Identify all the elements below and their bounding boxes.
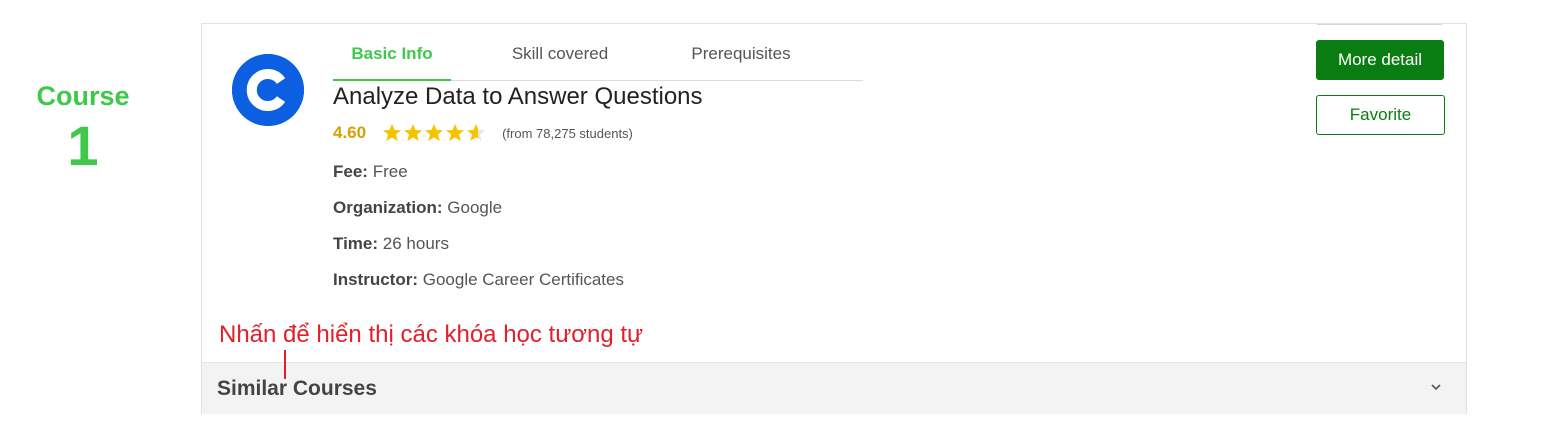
- instructor-row: Instructor: Google Career Certificates: [333, 270, 624, 290]
- time-label: Time:: [333, 234, 379, 253]
- similar-courses-toggle[interactable]: Similar Courses: [202, 362, 1466, 414]
- time-row: Time: 26 hours: [333, 234, 449, 254]
- organization-label: Organization:: [333, 198, 443, 217]
- star-icon: [383, 124, 402, 141]
- fee-label: Fee:: [333, 162, 368, 181]
- instructor-label: Instructor:: [333, 270, 418, 289]
- more-detail-button[interactable]: More detail: [1316, 40, 1444, 80]
- tab-skill-covered[interactable]: Skill covered: [493, 36, 627, 81]
- course-title: Analyze Data to Answer Questions: [333, 83, 703, 110]
- favorite-button[interactable]: Favorite: [1316, 95, 1445, 135]
- similar-courses-label: Similar Courses: [217, 377, 377, 400]
- rating-value: 4.60: [333, 123, 367, 142]
- annotation-pointer: [284, 350, 286, 379]
- chevron-down-icon[interactable]: [1430, 381, 1442, 393]
- time-value: 26 hours: [382, 234, 449, 253]
- instructor-value: Google Career Certificates: [422, 270, 624, 289]
- course-index-label: Course: [36, 81, 130, 111]
- annotation-text: Nhấn để hiển thị các khóa học tương tự: [219, 321, 644, 348]
- star-icon: [404, 124, 423, 141]
- student-count: (from 78,275 students): [502, 125, 633, 141]
- fee-value: Free: [372, 162, 408, 181]
- course-card: Basic Info Skill covered Prerequisites A…: [201, 23, 1467, 414]
- tab-basic-info[interactable]: Basic Info: [333, 36, 451, 81]
- divider: [1317, 24, 1442, 25]
- organization-value: Google: [447, 198, 503, 217]
- course-tabs: Basic Info Skill covered Prerequisites: [333, 36, 863, 81]
- star-icon: [446, 124, 465, 141]
- course-index: Course 1: [0, 78, 166, 178]
- coursera-logo-icon: [232, 54, 304, 126]
- rating-stars: [382, 123, 486, 143]
- fee-row: Fee: Free: [333, 162, 408, 182]
- star-icon: [425, 124, 444, 141]
- tab-prerequisites[interactable]: Prerequisites: [671, 36, 811, 81]
- rating-row: 4.60 (from 78,275 students): [333, 121, 633, 145]
- course-index-number: 1: [67, 114, 99, 177]
- organization-row: Organization: Google: [333, 198, 502, 218]
- star-icon: [467, 124, 486, 141]
